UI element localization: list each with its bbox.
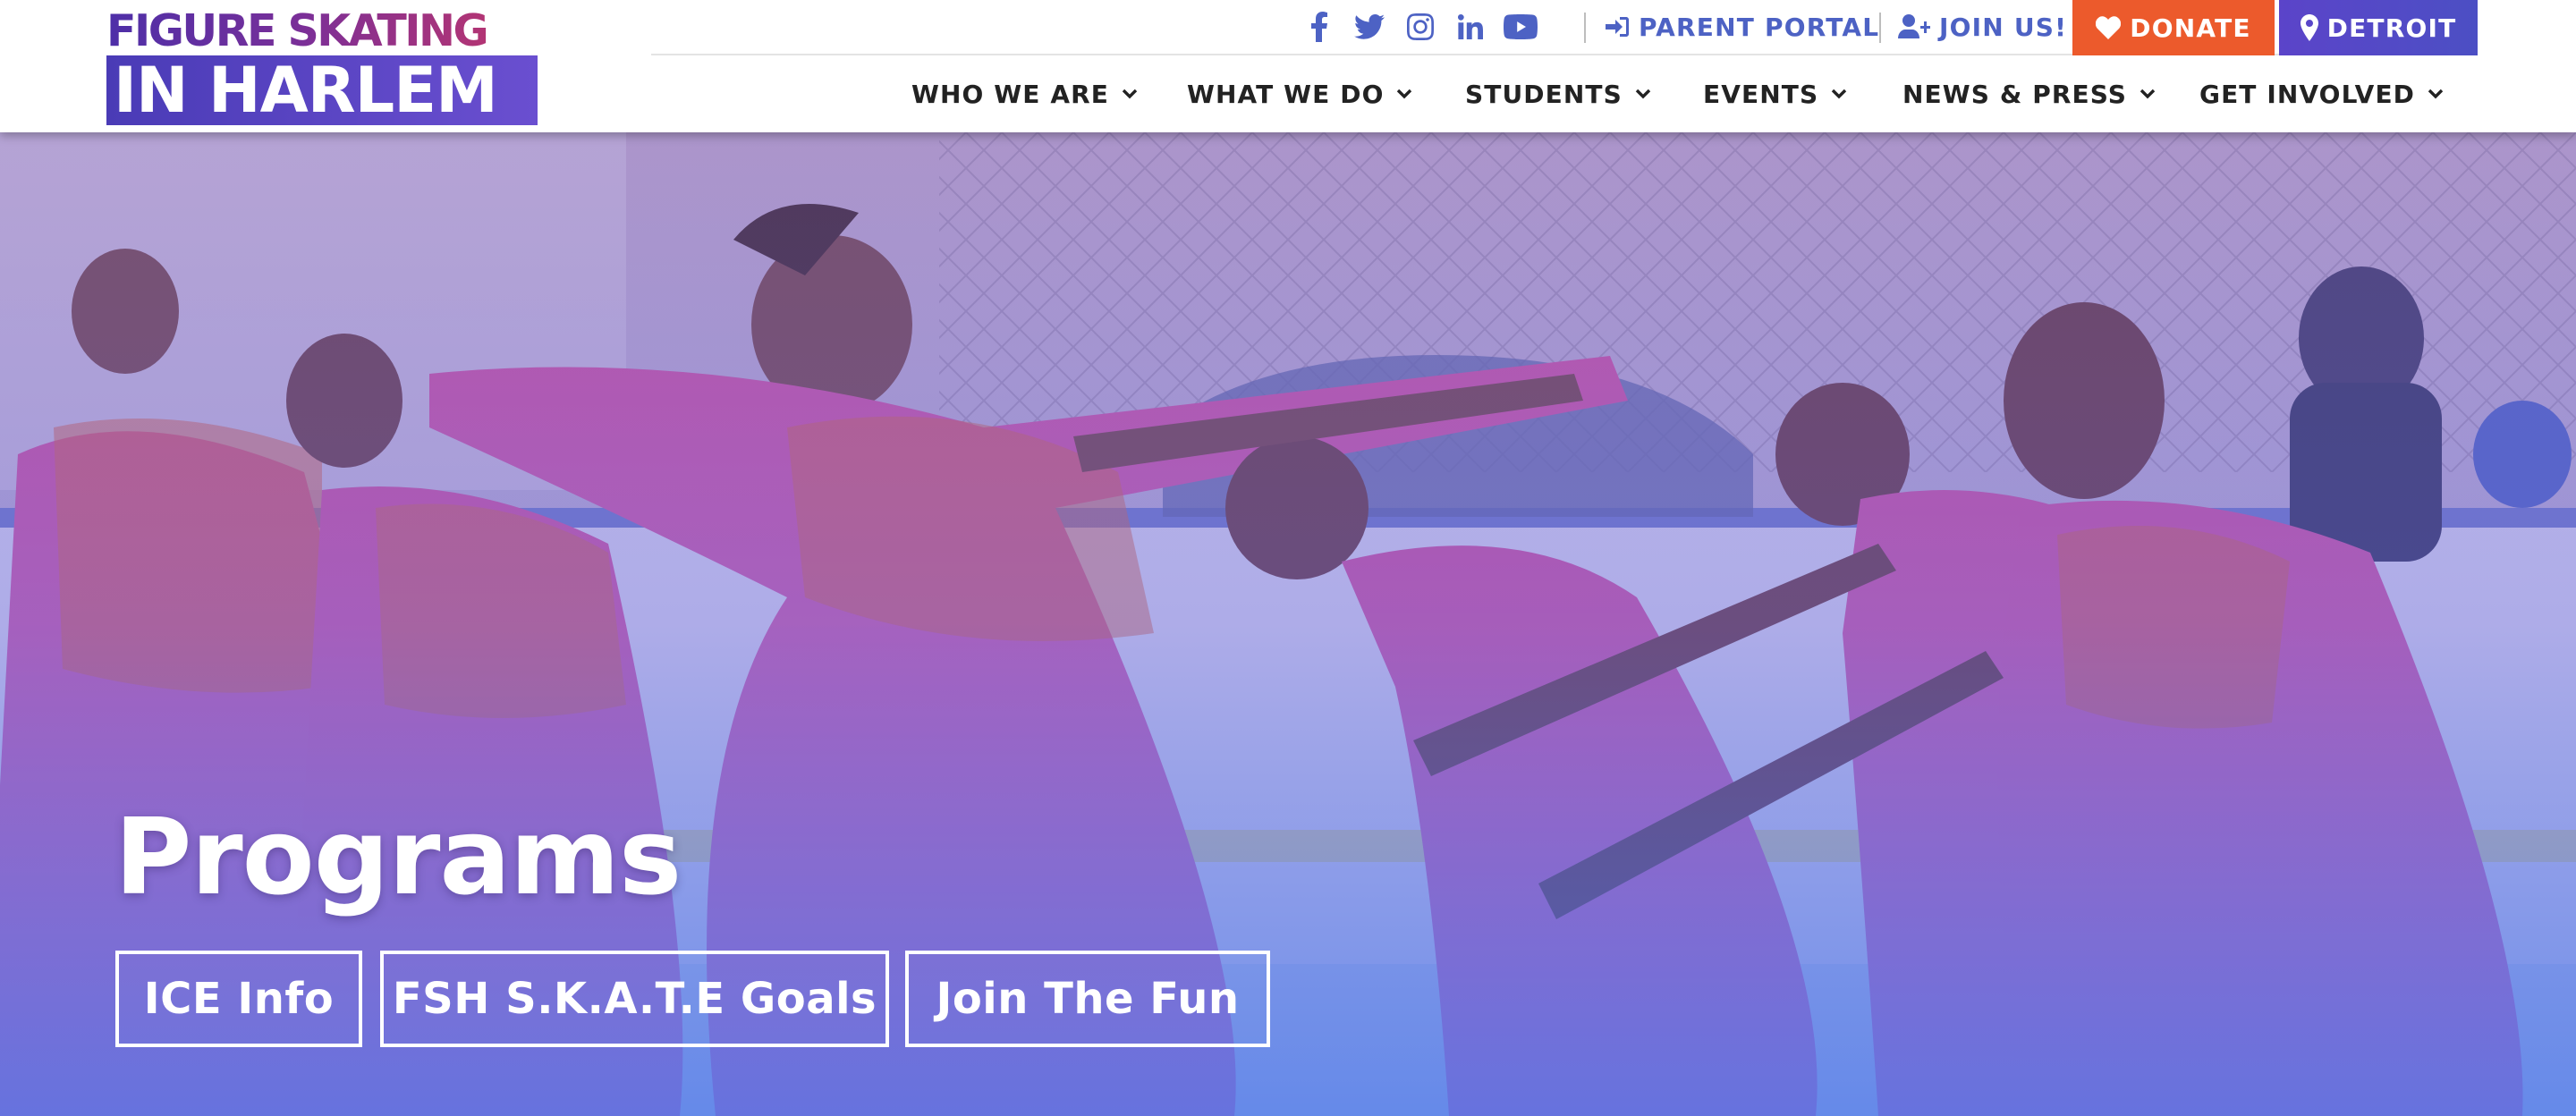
nav-label: WHAT WE DO bbox=[1187, 79, 1385, 109]
nav-item-events[interactable]: EVENTS bbox=[1703, 72, 1847, 116]
logo-line-1: FIGURE SKATING bbox=[106, 7, 538, 55]
page-title: Programs bbox=[114, 795, 682, 918]
join-us-label: JOIN US! bbox=[1939, 12, 2068, 42]
nav-label: EVENTS bbox=[1703, 79, 1819, 109]
sign-in-icon bbox=[1606, 17, 1629, 37]
hero-banner: Programs ICE Info FSH S.K.A.T.E Goals Jo… bbox=[0, 132, 2576, 1116]
ice-info-button[interactable]: ICE Info bbox=[115, 951, 362, 1047]
twitter-icon[interactable] bbox=[1352, 9, 1386, 45]
nav-item-students[interactable]: STUDENTS bbox=[1465, 72, 1651, 116]
nav-label: NEWS & PRESS bbox=[1902, 79, 2128, 109]
donate-label: DONATE bbox=[2130, 13, 2251, 43]
join-us-link[interactable]: JOIN US! bbox=[1898, 9, 2067, 45]
chevron-down-icon bbox=[1396, 89, 1412, 99]
map-pin-icon bbox=[2300, 14, 2318, 41]
chevron-down-icon bbox=[1635, 89, 1651, 99]
nav-item-get-involved[interactable]: GET INVOLVED bbox=[2199, 72, 2444, 116]
skate-goals-label: FSH S.K.A.T.E Goals bbox=[392, 974, 877, 1024]
detroit-button[interactable]: DETROIT bbox=[2279, 0, 2478, 55]
heart-icon bbox=[2096, 16, 2122, 39]
instagram-icon[interactable] bbox=[1406, 9, 1435, 45]
chevron-down-icon bbox=[2428, 89, 2444, 99]
nav-label: WHO WE ARE bbox=[911, 79, 1109, 109]
donate-button[interactable]: DONATE bbox=[2072, 0, 2275, 55]
nav-label: STUDENTS bbox=[1465, 79, 1623, 109]
ice-info-label: ICE Info bbox=[143, 974, 335, 1024]
user-plus-icon bbox=[1898, 14, 1930, 38]
divider bbox=[1584, 13, 1586, 43]
parent-portal-link[interactable]: PARENT PORTAL bbox=[1605, 9, 1879, 45]
chevron-down-icon bbox=[1831, 89, 1847, 99]
site-header: FIGURE SKATING IN HARLEM PARENT PORTAL J… bbox=[0, 0, 2576, 132]
linkedin-icon[interactable] bbox=[1457, 9, 1484, 45]
nav-item-who-we-are[interactable]: WHO WE ARE bbox=[911, 72, 1138, 116]
detroit-label: DETROIT bbox=[2326, 13, 2457, 43]
parent-portal-label: PARENT PORTAL bbox=[1639, 12, 1880, 42]
nav-item-news-press[interactable]: NEWS & PRESS bbox=[1902, 72, 2156, 116]
nav-label: GET INVOLVED bbox=[2199, 79, 2416, 109]
utility-bar: PARENT PORTAL JOIN US! DONATE DETROIT bbox=[651, 0, 2478, 55]
facebook-icon[interactable] bbox=[1306, 9, 1333, 45]
skate-goals-button[interactable]: FSH S.K.A.T.E Goals bbox=[380, 951, 889, 1047]
join-the-fun-button[interactable]: Join The Fun bbox=[905, 951, 1270, 1047]
chevron-down-icon bbox=[2140, 89, 2156, 99]
chevron-down-icon bbox=[1122, 89, 1138, 99]
join-the-fun-label: Join The Fun bbox=[936, 974, 1240, 1024]
youtube-icon[interactable] bbox=[1503, 9, 1538, 45]
divider bbox=[1879, 13, 1881, 43]
main-nav: WHO WE ARE WHAT WE DO STUDENTS EVENTS NE… bbox=[0, 72, 2576, 116]
nav-item-what-we-do[interactable]: WHAT WE DO bbox=[1187, 72, 1412, 116]
